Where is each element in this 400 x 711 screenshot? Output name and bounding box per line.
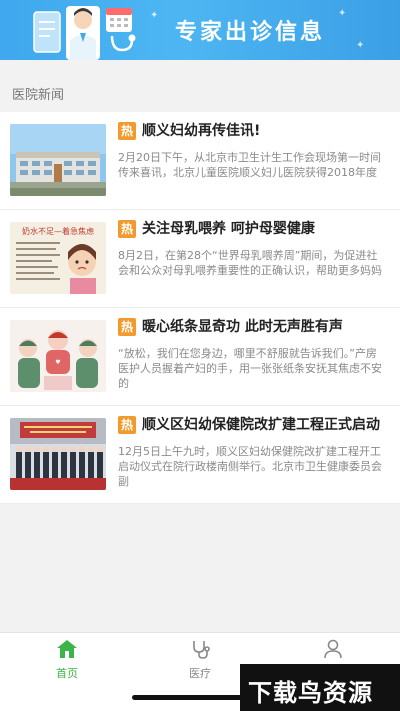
doctor-illustration [33, 6, 136, 60]
sparkle-icon: ✦ [338, 8, 347, 19]
hot-badge: 热 [118, 220, 136, 238]
news-item[interactable]: 热 顺义区妇幼保健院改扩建工程正式启动 12月5日上午九时，顺义区妇幼保健院改扩… [0, 406, 400, 504]
news-summary: 12月5日上午九时，顺义区妇幼保健院改扩建工程开工启动仪式在院行政楼南侧举行。北… [118, 445, 382, 488]
hot-badge: 热 [118, 122, 136, 140]
news-list: 热 顺义妇幼再传佳讯! 2月20日下午，从北京市卫生计生工作会现场第一时间传来喜… [0, 112, 400, 504]
news-title: 顺义妇幼再传佳讯! [142, 123, 261, 139]
news-summary: “放松，我们在您身边，哪里不舒服就告诉我们。”产房医护人员握着产妇的手，用一张张… [118, 347, 382, 390]
tab-home[interactable]: 首页 [17, 639, 117, 683]
hot-badge: 热 [118, 318, 136, 336]
news-thumbnail [10, 418, 106, 490]
stethoscope-icon [193, 641, 210, 659]
news-thumbnail: 奶水不足—着急焦虑 [10, 222, 106, 294]
watermark-text: 下载鸟资源 [248, 679, 373, 707]
news-title: 顺义区妇幼保健院改扩建工程正式启动 [142, 417, 380, 433]
section-title: 医院新闻 [12, 88, 65, 103]
news-item[interactable]: ♥ 热 暖心纸条显奇功 此时无声胜有声 “放松，我们在您身边，哪里不舒服就告诉我… [0, 308, 400, 406]
news-summary: 8月2日，在第28个“世界母乳喂养周”期间，为促进社会和公众对母乳喂养重要性的正… [118, 249, 382, 277]
tab-medical[interactable]: 医疗 [150, 639, 250, 683]
home-icon [57, 640, 77, 658]
news-title: 关注母乳喂养 呵护母婴健康 [142, 221, 315, 237]
banner-title: 专家出诊信息 [175, 20, 326, 45]
news-thumbnail [10, 124, 106, 196]
user-icon [324, 639, 342, 659]
news-summary: 2月20日下午，从北京市卫生计生工作会现场第一时间传来喜讯，北京儿童医院顺义妇儿… [118, 151, 381, 179]
tab-label: 首页 [56, 667, 78, 680]
news-title: 暖心纸条显奇功 此时无声胜有声 [142, 319, 343, 335]
thumbnail-caption: 奶水不足—着急焦虑 [22, 226, 94, 236]
news-item[interactable]: 奶水不足—着急焦虑 热 关注母乳喂养 呵护母婴健康 8月2日，在第28个“世界母… [0, 210, 400, 308]
svg-text:♥: ♥ [55, 359, 60, 366]
sparkle-icon: ✦ [150, 10, 159, 21]
tab-label: 医疗 [189, 667, 211, 680]
banner[interactable]: ✦ ✦ ✦ 专家出诊信息 [0, 0, 400, 60]
news-thumbnail: ♥ [10, 320, 106, 392]
news-item[interactable]: 热 顺义妇幼再传佳讯! 2月20日下午，从北京市卫生计生工作会现场第一时间传来喜… [0, 112, 400, 210]
sparkle-icon: ✦ [356, 40, 365, 51]
section-header: 医院新闻 [0, 60, 400, 112]
app-screen: ✦ ✦ ✦ 专家出诊信息 医院新闻 热 顺义妇幼再传佳讯! 2月20日下午，从北… [0, 0, 400, 711]
content-background [0, 506, 400, 632]
watermark: 下载鸟资源 [240, 664, 400, 711]
hot-badge: 热 [118, 416, 136, 434]
